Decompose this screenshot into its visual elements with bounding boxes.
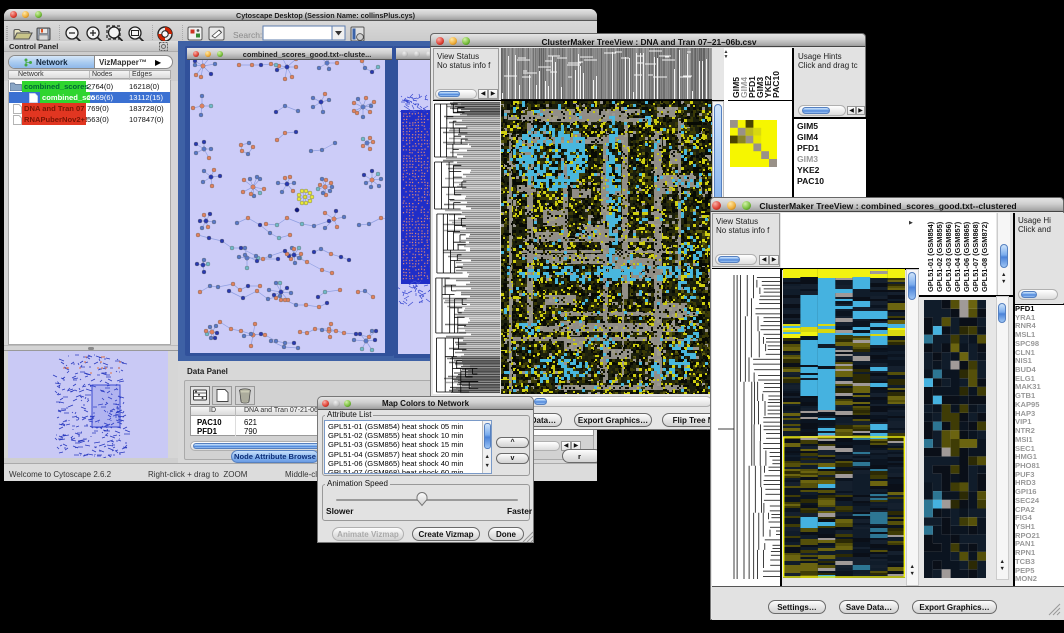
svg-text:Search:: Search: bbox=[233, 30, 262, 40]
